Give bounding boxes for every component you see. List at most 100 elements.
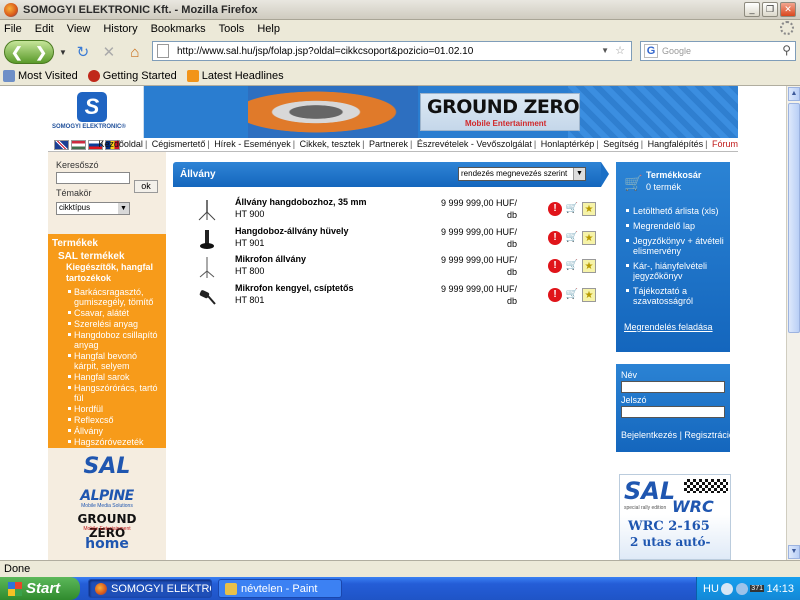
link-warranty-info[interactable]: Tájékoztató a szavatosságról: [626, 286, 726, 306]
speaker-stand-icon[interactable]: [195, 198, 219, 222]
menu-item[interactable]: Hangszórórács, tartó fül: [68, 383, 164, 403]
menu-item[interactable]: Hangfal sarok: [68, 372, 164, 382]
back-arrow-icon[interactable]: ❮: [11, 44, 23, 61]
password-input[interactable]: [621, 406, 725, 418]
nav-hangfalepites[interactable]: Hangfalépítés: [648, 139, 704, 149]
scroll-thumb[interactable]: [788, 103, 800, 333]
home-icon[interactable]: ⌂: [124, 41, 146, 63]
topic-select[interactable]: cikktípus ▼: [56, 202, 130, 215]
name-input[interactable]: [621, 381, 725, 393]
product-name[interactable]: Mikrofon kengyel, csíptetős: [235, 283, 354, 293]
menu-item-allvany[interactable]: Állvány: [68, 426, 164, 436]
search-icon[interactable]: ⚲: [782, 43, 791, 57]
nav-segitseg[interactable]: Segítség: [603, 139, 639, 149]
nav-cikkek[interactable]: Cikkek, tesztek: [300, 139, 361, 149]
add-to-cart-icon[interactable]: 🛒: [565, 288, 579, 302]
language-indicator[interactable]: HU: [703, 583, 719, 595]
menu-item[interactable]: Hangdoboz csillapító anyag: [68, 330, 164, 350]
add-to-cart-icon[interactable]: 🛒: [565, 202, 579, 216]
nav-honlapterkep[interactable]: Honlaptérkép: [541, 139, 595, 149]
menu-item[interactable]: Barkácsragasztó, gumiszegély, tömítő: [68, 287, 164, 307]
favorite-star-icon[interactable]: ★: [582, 259, 596, 273]
link-damage-report[interactable]: Kár-, hiányfelvételi jegyzőkönyv: [626, 261, 726, 281]
cart-title[interactable]: Termékkosár: [646, 170, 701, 180]
product-name[interactable]: Mikrofon állvány: [235, 254, 306, 264]
menu-history[interactable]: History: [103, 23, 137, 35]
nav-eszrevetelek[interactable]: Észrevételek - Vevőszolgálat: [417, 139, 532, 149]
link-order-form[interactable]: Megrendelő lap: [626, 221, 726, 231]
flag-hu-icon[interactable]: [71, 139, 86, 150]
nav-hirek[interactable]: Hírek - Események: [214, 139, 291, 149]
nav-cegismerteto[interactable]: Cégismertető: [152, 139, 206, 149]
menu-help[interactable]: Help: [257, 23, 280, 35]
minimize-button[interactable]: _: [744, 2, 760, 17]
task-paint[interactable]: névtelen - Paint: [218, 579, 342, 598]
nav-kezdooldal[interactable]: Kezdőoldal: [98, 139, 143, 149]
history-dropdown-icon[interactable]: ▼: [59, 48, 67, 57]
bookmark-latest-headlines[interactable]: Latest Headlines: [186, 70, 284, 82]
mic-clip-icon[interactable]: [195, 284, 219, 308]
start-button[interactable]: Start: [0, 577, 80, 600]
product-name[interactable]: Hangdoboz-állvány hüvely: [235, 226, 349, 236]
scroll-up-icon[interactable]: ▲: [788, 87, 800, 101]
bookmark-star-icon[interactable]: ☆: [615, 44, 625, 57]
alpine-logo[interactable]: ALPINE: [58, 488, 156, 504]
menu-tools[interactable]: Tools: [219, 23, 245, 35]
stand-sleeve-icon[interactable]: [195, 227, 219, 251]
ground-zero-banner[interactable]: GROUND ZERO Mobile Entertainment: [420, 93, 580, 131]
shopping-cart-icon[interactable]: 🛒: [624, 174, 643, 192]
link-pricelist[interactable]: Letölthető árlista (xls): [626, 206, 726, 216]
menu-kiegeszitok[interactable]: Kiegészítők, hangfal tartozékok: [66, 262, 166, 284]
menu-item[interactable]: Szerelési anyag: [68, 319, 164, 329]
menu-item[interactable]: Csavar, alátét: [68, 308, 164, 318]
home-logo[interactable]: home: [58, 536, 156, 552]
sort-select[interactable]: rendezés megnevezés szerint ▼: [458, 167, 586, 181]
tray-badge[interactable]: 371: [750, 585, 764, 592]
url-text[interactable]: http://www.sal.hu/jsp/folap.jsp?oldal=ci…: [177, 46, 473, 57]
menu-item[interactable]: Reflexcső: [68, 415, 164, 425]
login-link[interactable]: Bejelentkezés: [621, 430, 677, 440]
menu-item[interactable]: Hangfal bevonó kárpit, selyem: [68, 351, 164, 371]
task-firefox[interactable]: SOMOGYI ELEKTRON...: [88, 579, 212, 598]
warning-icon[interactable]: !: [548, 288, 562, 302]
warning-icon[interactable]: !: [548, 202, 562, 216]
bookmark-most-visited[interactable]: Most Visited: [3, 70, 78, 82]
favorite-star-icon[interactable]: ★: [582, 231, 596, 245]
submit-order-link[interactable]: Megrendelés feladása: [624, 322, 713, 332]
reload-icon[interactable]: ↻: [72, 41, 94, 63]
menu-termekek[interactable]: Termékek: [52, 238, 166, 249]
warning-icon[interactable]: !: [548, 231, 562, 245]
sal-wrc-ad[interactable]: SAL WRC special rally edition WRC 2-165 …: [619, 474, 731, 560]
search-bar[interactable]: G Google ⚲: [640, 41, 796, 61]
url-dropdown-icon[interactable]: ▼: [601, 46, 609, 55]
vertical-scrollbar[interactable]: ▲ ▼: [786, 86, 800, 560]
product-name[interactable]: Állvány hangdobozhoz, 35 mm: [235, 197, 367, 207]
sal-logo[interactable]: SAL: [58, 454, 156, 479]
menu-item[interactable]: Hagszóróvezeték: [68, 437, 164, 447]
network-icon[interactable]: [721, 582, 734, 595]
search-ok-button[interactable]: ok: [134, 180, 158, 193]
menu-item[interactable]: Hordfül: [68, 404, 164, 414]
nav-forum[interactable]: Fórum: [712, 139, 738, 149]
mic-stand-icon[interactable]: [195, 255, 219, 279]
menu-edit[interactable]: Edit: [35, 23, 54, 35]
forward-arrow-icon[interactable]: ❯: [35, 44, 47, 61]
warning-icon[interactable]: !: [548, 259, 562, 273]
menu-view[interactable]: View: [67, 23, 91, 35]
chevron-down-icon[interactable]: ▼: [573, 168, 585, 180]
chevron-down-icon[interactable]: ▼: [118, 203, 129, 214]
site-logo[interactable]: S SOMOGYI ELEKTRONIC®: [48, 86, 144, 138]
menu-bookmarks[interactable]: Bookmarks: [151, 23, 206, 35]
volume-icon[interactable]: [735, 582, 748, 595]
stop-icon[interactable]: ✕: [98, 41, 120, 63]
maximize-button[interactable]: ❐: [762, 2, 778, 17]
google-icon[interactable]: G: [644, 44, 658, 58]
bookmark-getting-started[interactable]: Getting Started: [87, 70, 177, 82]
url-bar[interactable]: http://www.sal.hu/jsp/folap.jsp?oldal=ci…: [152, 41, 632, 61]
favorite-star-icon[interactable]: ★: [582, 202, 596, 216]
menu-sal-termekek[interactable]: SAL termékek: [58, 251, 166, 262]
register-link[interactable]: Regisztráció: [684, 430, 734, 440]
search-placeholder[interactable]: Google: [662, 46, 691, 56]
scroll-down-icon[interactable]: ▼: [788, 545, 800, 559]
link-receipt[interactable]: Jegyzőkönyv + átvételi elismervény: [626, 236, 726, 256]
